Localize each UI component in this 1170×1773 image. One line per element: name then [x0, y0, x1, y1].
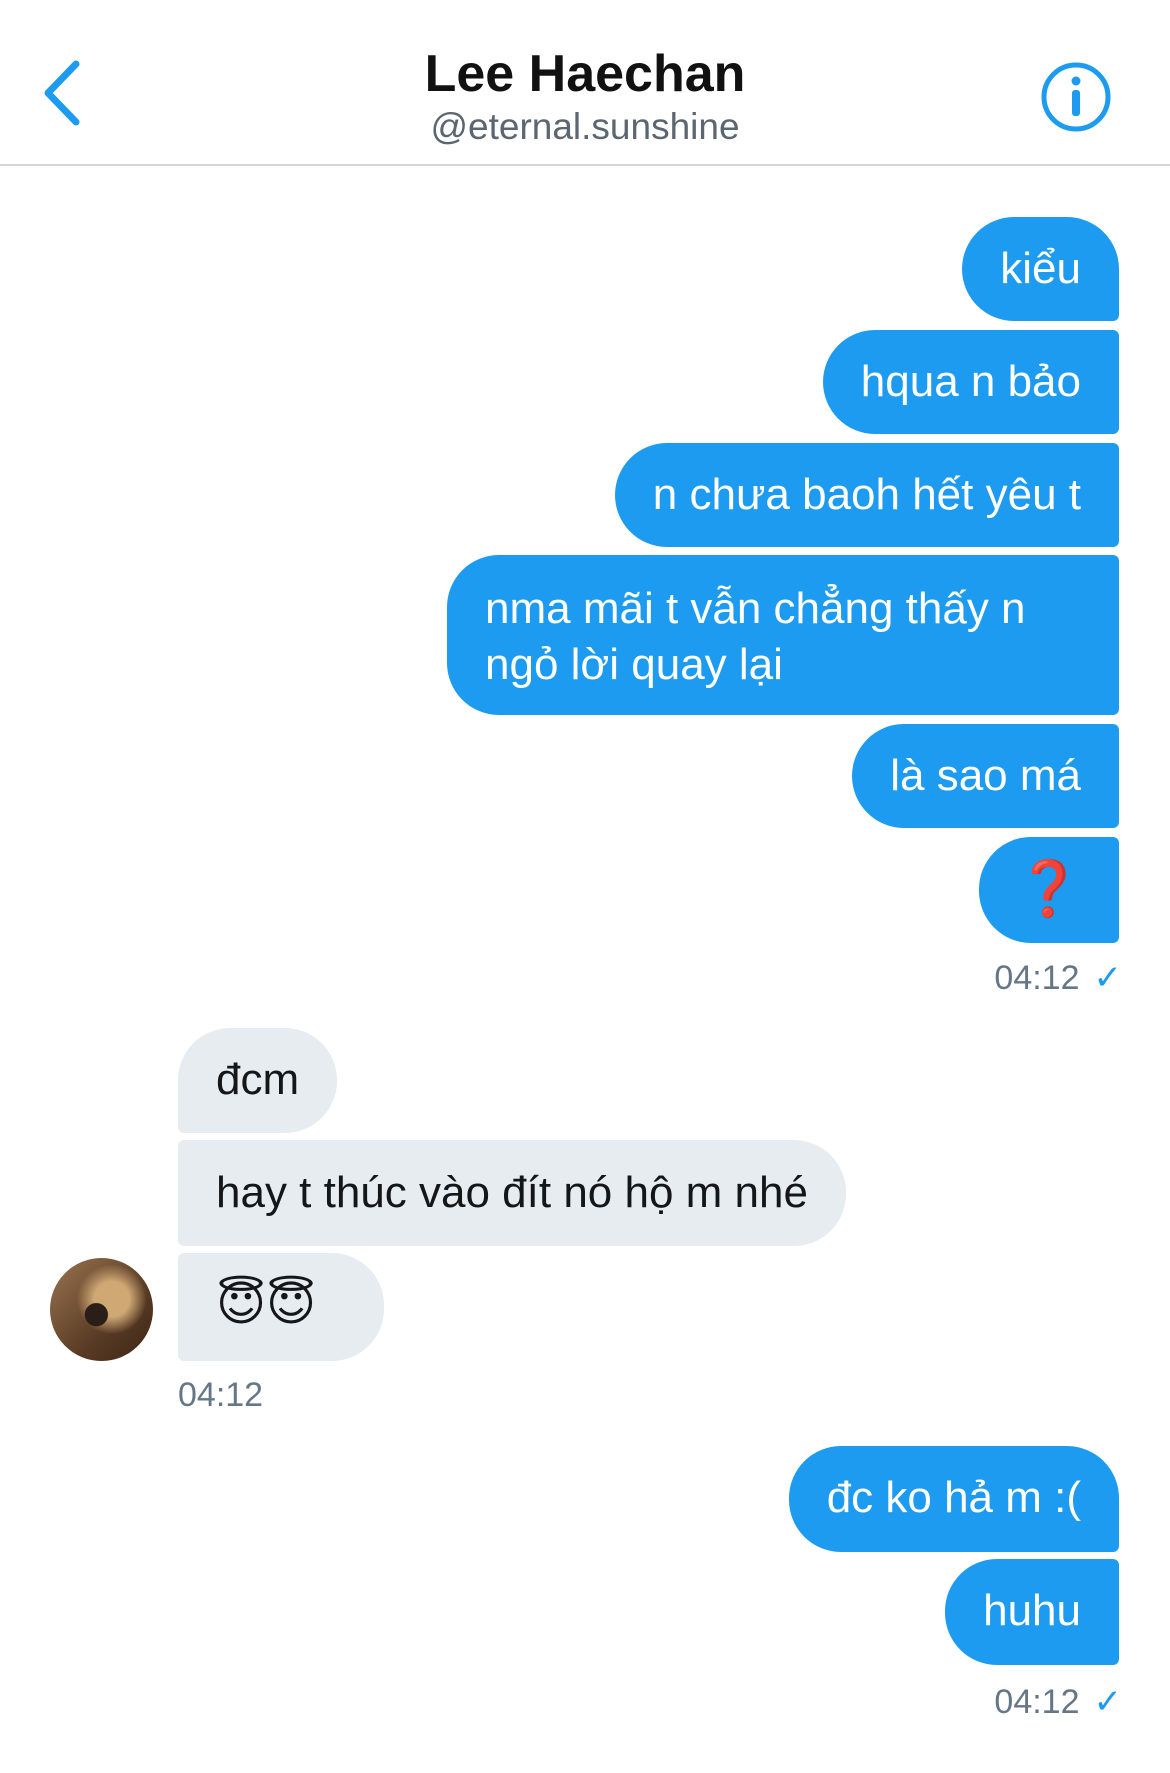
message-bubble-outgoing-emoji[interactable]: ❓ [979, 837, 1119, 943]
timestamp-text: 04:12 [994, 959, 1080, 997]
message-timestamp: 04:12 ✓ [994, 958, 1122, 998]
message-bubble-outgoing[interactable]: nma mãi t vẫn chẳng thấy n ngỏ lời quay … [447, 555, 1119, 715]
read-check-icon: ✓ [1093, 1683, 1123, 1721]
timestamp-text: 04:12 [178, 1376, 264, 1414]
message-bubble-outgoing[interactable]: n chưa baoh hết yêu t [614, 443, 1119, 547]
message-bubble-outgoing[interactable]: hqua n bảo [822, 330, 1119, 434]
message-bubble-outgoing[interactable]: là sao má [852, 724, 1119, 828]
contact-name[interactable]: Lee Haechan [0, 44, 1170, 104]
contact-handle[interactable]: @eternal.sunshine [0, 106, 1170, 148]
message-timestamp: 04:12 [178, 1376, 263, 1415]
contact-avatar[interactable] [50, 1258, 153, 1361]
message-bubble-outgoing[interactable]: kiểu [962, 217, 1119, 321]
message-bubble-outgoing[interactable]: đc ko hả m :( [788, 1446, 1119, 1552]
message-bubble-incoming[interactable]: hay t thúc vào đít nó hộ m nhé [178, 1140, 846, 1246]
message-timestamp: 04:12 ✓ [994, 1682, 1122, 1722]
message-bubble-incoming[interactable]: đcm [178, 1028, 338, 1133]
message-bubble-incoming-emoji[interactable]: 😇😇 [178, 1253, 384, 1361]
read-check-icon: ✓ [1093, 959, 1123, 997]
timestamp-text: 04:12 [994, 1683, 1080, 1721]
message-bubble-outgoing[interactable]: huhu [945, 1559, 1119, 1665]
info-icon[interactable] [1040, 61, 1112, 133]
conversation-header: Lee Haechan @eternal.sunshine [0, 0, 1170, 166]
